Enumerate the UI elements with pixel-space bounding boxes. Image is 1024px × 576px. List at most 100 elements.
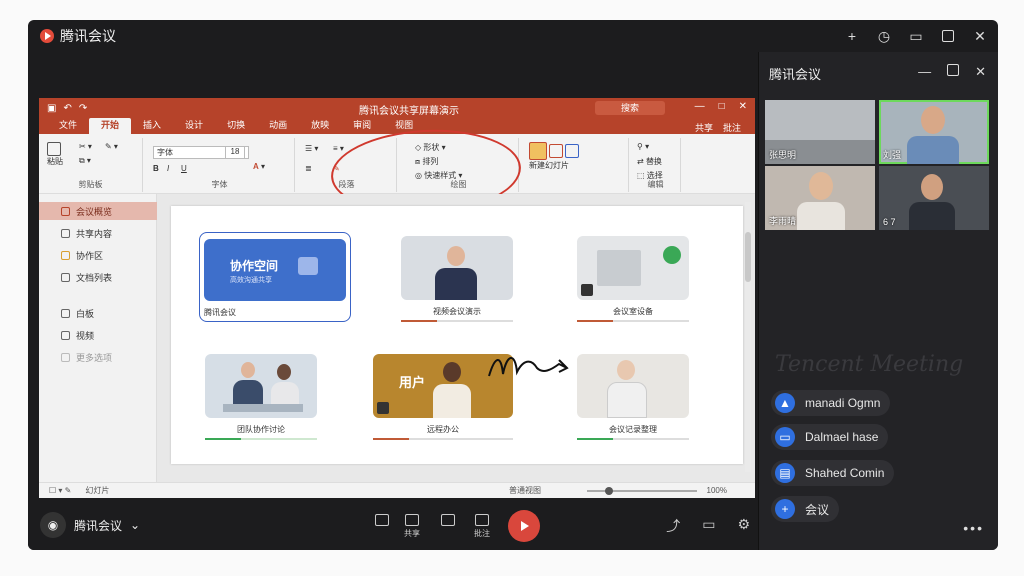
record-button[interactable] bbox=[508, 510, 540, 542]
font-color-icon[interactable]: A ▾ bbox=[253, 162, 265, 171]
person-head bbox=[809, 172, 833, 200]
slide-icon bbox=[61, 206, 70, 216]
card-label: 团队协作讨论 bbox=[237, 425, 285, 434]
thumb-item[interactable]: 会议概览 bbox=[39, 202, 157, 220]
action-chip[interactable]: ▤ Shahed Comin bbox=[771, 460, 895, 486]
screen-share-tool[interactable] bbox=[370, 514, 394, 528]
participant-video[interactable]: 张思明 bbox=[765, 100, 875, 164]
person-body bbox=[607, 382, 647, 418]
person-body bbox=[909, 202, 955, 230]
settings-icon[interactable]: ◷ bbox=[874, 26, 894, 46]
zoom-slider[interactable] bbox=[587, 487, 697, 495]
slide-card[interactable]: 视频会议演示 bbox=[401, 236, 513, 328]
format-painter-icon[interactable]: ✎ ▾ bbox=[105, 142, 118, 151]
font-size-box[interactable]: 18 bbox=[225, 146, 245, 159]
underline-button[interactable]: U bbox=[181, 164, 187, 173]
new-slide-button[interactable]: 新建幻灯片 bbox=[529, 142, 580, 171]
find-icon[interactable]: ⚲ ▾ bbox=[637, 142, 649, 151]
raise-hand-icon[interactable]: ⤴ bbox=[666, 516, 680, 536]
annotate-tool[interactable]: 批注 bbox=[470, 514, 494, 539]
person-head bbox=[241, 362, 255, 378]
chat-icon[interactable]: ▭ bbox=[702, 516, 715, 536]
replace-button[interactable]: ⇄ 替换 bbox=[637, 156, 662, 167]
slide-card[interactable]: 会议室设备 bbox=[577, 236, 689, 328]
italic-button[interactable]: I bbox=[167, 164, 169, 173]
bullets-icon[interactable]: ☰ ▾ bbox=[305, 144, 318, 153]
minimize-icon[interactable]: — bbox=[918, 64, 931, 80]
slide-canvas[interactable]: 协作空间 高效沟通共享 腾讯会议 视频会议演示 会议室设备 团队协作讨论 用户 … bbox=[171, 206, 743, 464]
restore-icon[interactable] bbox=[938, 26, 958, 46]
panel-title: 腾讯会议 bbox=[769, 67, 822, 82]
thumb-item[interactable]: 视频 bbox=[39, 326, 157, 344]
minimize-icon[interactable]: — bbox=[695, 101, 705, 112]
paste-button[interactable]: 粘贴 bbox=[47, 142, 63, 167]
save-icon[interactable]: ▣ bbox=[47, 103, 56, 114]
share-tool[interactable]: 共享 bbox=[400, 514, 424, 539]
popout-icon[interactable] bbox=[947, 64, 960, 80]
bold-button[interactable]: B bbox=[153, 164, 159, 173]
tab-insert[interactable]: 插入 bbox=[131, 118, 173, 134]
whiteboard-tool[interactable] bbox=[436, 514, 460, 528]
action-chip[interactable]: ▭ Dalmael hase bbox=[771, 424, 889, 450]
copy-icon[interactable]: ⧉ ▾ bbox=[79, 156, 91, 166]
participant-name: 刘强 bbox=[883, 150, 902, 160]
participant-video[interactable]: 6 7 bbox=[879, 166, 989, 230]
tab-home[interactable]: 开始 bbox=[89, 118, 132, 134]
person-head bbox=[921, 106, 945, 134]
participant-video[interactable]: 刘强 bbox=[879, 100, 989, 164]
settings-icon[interactable]: ⚙ bbox=[737, 516, 750, 536]
tab-animations[interactable]: 动画 bbox=[257, 118, 299, 134]
comments-tab[interactable]: 批注 bbox=[723, 121, 741, 134]
meeting-side-panel: 腾讯会议 — ✕ 张思明 刘强 李雨晴 6 7 Tencent Meeting … bbox=[758, 52, 998, 550]
person-head bbox=[443, 362, 461, 382]
view-mode-icon[interactable]: ☐ ▾ ✎ bbox=[49, 486, 71, 495]
person-head bbox=[447, 246, 465, 266]
action-chip[interactable]: ▲ manadi Ogmn bbox=[771, 390, 891, 416]
device-icon bbox=[377, 402, 389, 414]
tab-file[interactable]: 文件 bbox=[47, 118, 89, 134]
plus-icon[interactable]: + bbox=[842, 26, 862, 46]
card-label: 远程办公 bbox=[427, 425, 459, 434]
action-chip[interactable]: + 会议 bbox=[771, 496, 840, 522]
undo-icon[interactable]: ↶ bbox=[63, 103, 71, 114]
card-progress bbox=[577, 320, 689, 322]
participant-name: 张思明 bbox=[769, 150, 797, 160]
align-icon[interactable]: ≣ bbox=[305, 164, 312, 173]
close-icon[interactable]: ✕ bbox=[970, 26, 990, 46]
shared-screen: ▣ ↶ ↷ 腾讯会议共享屏幕演示 搜索 — □ ✕ 文件 开始 插入 设计 切换… bbox=[39, 98, 755, 498]
slide-card[interactable]: 会议记录整理 bbox=[577, 354, 689, 446]
chat-icon[interactable]: ▭ bbox=[906, 26, 926, 46]
tencent-meeting-logo-icon bbox=[40, 29, 54, 43]
thumb-item[interactable]: 共享内容 bbox=[39, 224, 157, 242]
slide-icon bbox=[61, 228, 70, 238]
maximize-icon[interactable]: □ bbox=[719, 101, 725, 112]
thumb-item[interactable]: 更多选项 bbox=[39, 348, 157, 366]
thumb-item[interactable]: 白板 bbox=[39, 304, 157, 322]
desk bbox=[223, 404, 303, 412]
slide-card[interactable]: 团队协作讨论 bbox=[205, 354, 317, 446]
close-icon[interactable]: ✕ bbox=[739, 101, 747, 112]
participant-video[interactable]: 李雨晴 bbox=[765, 166, 875, 230]
tab-design[interactable]: 设计 bbox=[173, 118, 215, 134]
ppt-search[interactable]: 搜索 bbox=[595, 101, 665, 115]
thumb-item[interactable]: 协作区 bbox=[39, 246, 157, 264]
whiteboard-icon bbox=[441, 514, 455, 526]
redo-icon[interactable]: ↷ bbox=[79, 103, 87, 114]
tab-review[interactable]: 审阅 bbox=[341, 118, 383, 134]
cut-icon[interactable]: ✂ ▾ bbox=[79, 142, 92, 151]
meeting-app-menu[interactable]: ◉ 腾讯会议 ⌄ bbox=[40, 512, 140, 538]
more-options-icon[interactable]: ••• bbox=[963, 520, 984, 536]
new-slide-group: 新建幻灯片 bbox=[523, 138, 629, 192]
thumb-item[interactable]: 文档列表 bbox=[39, 268, 157, 286]
share-tab[interactable]: 共享 bbox=[695, 121, 713, 134]
slide-card[interactable]: 协作空间 高效沟通共享 腾讯会议 bbox=[199, 232, 351, 322]
vertical-scrollbar[interactable] bbox=[745, 202, 751, 472]
close-icon[interactable]: ✕ bbox=[975, 64, 986, 80]
bottom-toolbar: ◉ 腾讯会议 ⌄ 共享 批注 ⤴ ▭ ⚙ bbox=[28, 504, 758, 550]
tab-transitions[interactable]: 切换 bbox=[215, 118, 257, 134]
chevron-down-icon: ⌄ bbox=[130, 518, 141, 532]
reset-icon bbox=[565, 144, 580, 158]
tab-slideshow[interactable]: 放映 bbox=[299, 118, 341, 134]
numbering-icon[interactable]: ≡ ▾ bbox=[333, 144, 344, 153]
person-head bbox=[921, 174, 943, 200]
